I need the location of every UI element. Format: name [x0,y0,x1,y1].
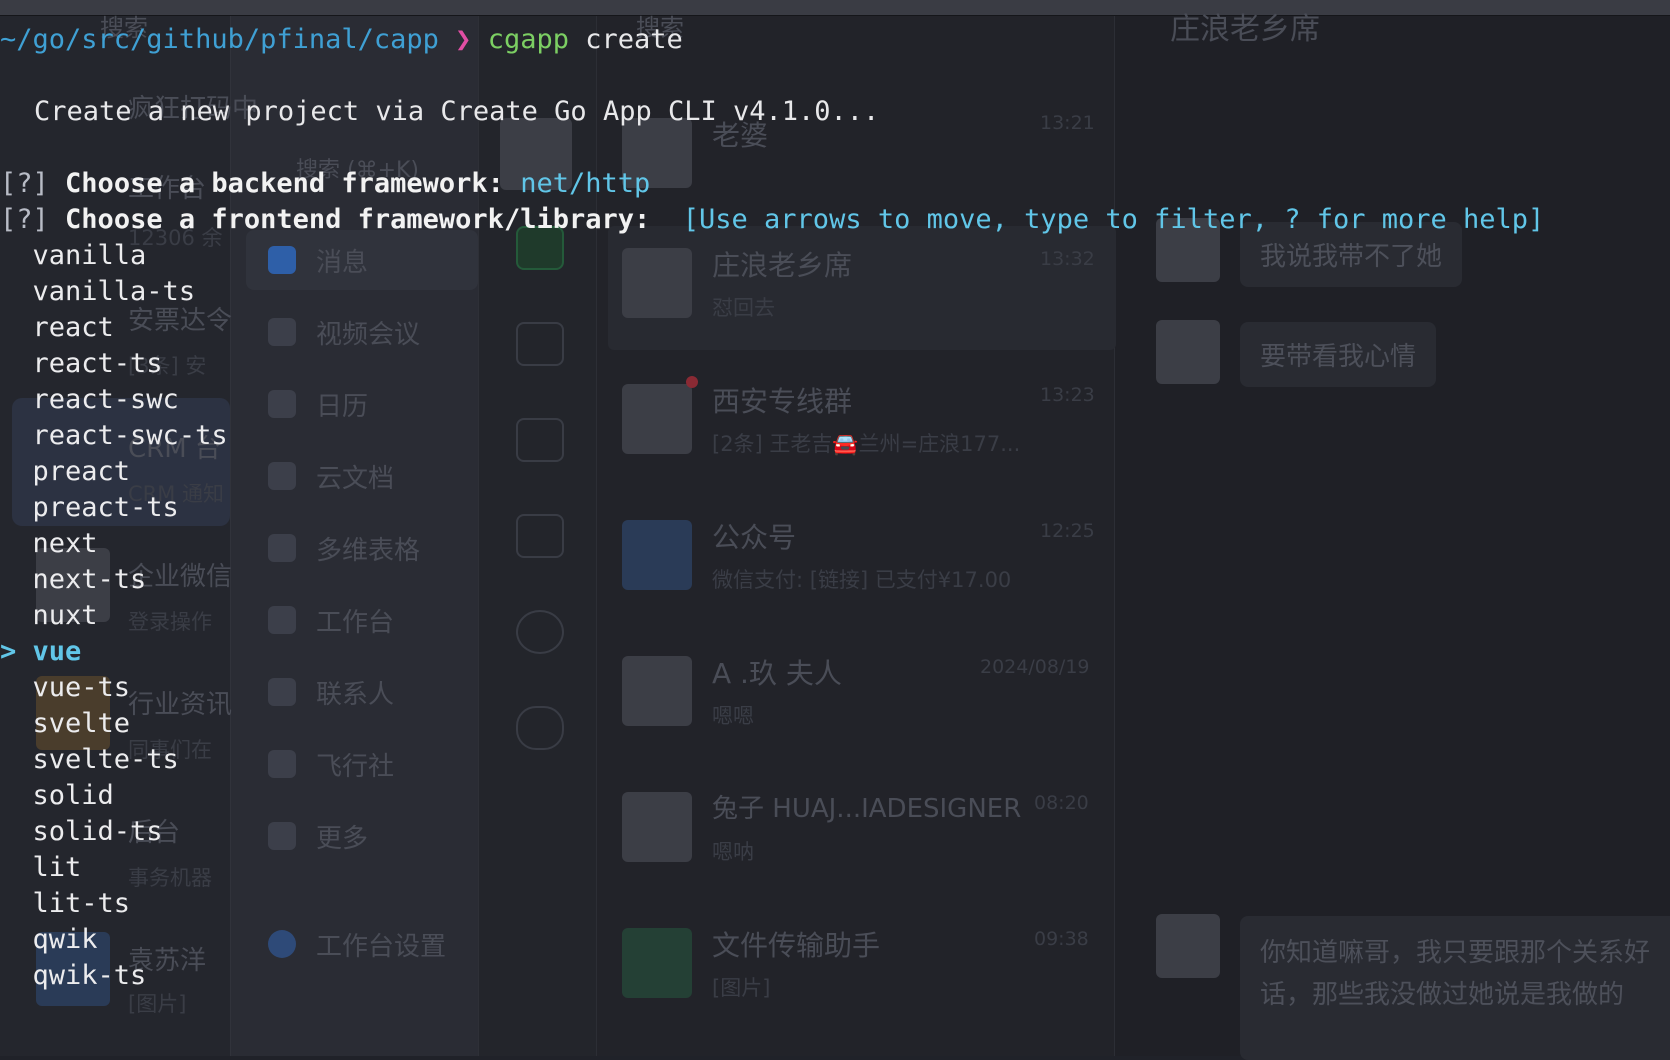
framework-option-label: preact [32,456,131,487]
framework-option[interactable]: next [0,527,98,561]
question-frontend: [?] Choose a frontend framework/library:… [0,203,1544,237]
framework-option[interactable]: qwik [0,923,98,957]
question-marker: [?] [0,168,49,199]
prompt-arrow-icon: ❯ [455,24,472,55]
framework-option-label: next [32,528,98,559]
framework-option-label: solid-ts [32,816,163,847]
intro-line: Create a new project via Create Go App C… [34,96,880,127]
question-hint: [Use arrows to move, type to filter, ? f… [682,204,1545,235]
framework-option-label: solid [32,780,114,811]
question-marker: [?] [0,204,49,235]
framework-option[interactable]: qwik-ts [0,959,147,993]
framework-option[interactable]: svelte [0,707,131,741]
framework-option[interactable]: preact [0,455,131,489]
framework-option-label: preact-ts [32,492,179,523]
question-backend: [?] Choose a backend framework: net/http [0,167,650,201]
framework-option[interactable]: react-ts [0,347,163,381]
framework-option[interactable]: preact-ts [0,491,179,525]
framework-option[interactable]: vanilla [0,239,147,273]
framework-option-label: qwik [32,924,98,955]
terminal[interactable]: ~/go/src/github/pfinal/capp ❯ cgapp crea… [0,0,1670,1056]
framework-option-label: vanilla-ts [32,276,196,307]
prompt-line: ~/go/src/github/pfinal/capp ❯ cgapp crea… [0,23,683,57]
framework-option[interactable]: > vue [0,635,81,669]
framework-option-label: lit-ts [32,888,131,919]
framework-option[interactable]: lit [0,851,82,885]
framework-option-label: vue-ts [32,672,131,703]
framework-option[interactable]: vanilla-ts [0,275,196,309]
selection-cursor: > [0,636,17,667]
framework-option[interactable]: react [0,311,114,345]
framework-option[interactable]: next-ts [0,563,147,597]
framework-option[interactable]: solid-ts [0,815,163,849]
question-answer: net/http [520,168,651,199]
framework-option-label: react-swc-ts [32,420,228,451]
framework-option-label: vanilla [32,240,147,271]
framework-option-label: react-swc [32,384,179,415]
framework-option[interactable]: nuxt [0,599,98,633]
framework-option-label: next-ts [32,564,147,595]
framework-option[interactable]: vue-ts [0,671,131,705]
question-label: Choose a frontend framework/library: [65,204,651,235]
framework-option[interactable]: react-swc [0,383,179,417]
question-label: Choose a backend framework: [65,168,504,199]
framework-option-label: vue [32,636,82,667]
prompt-path: ~/go/src/github/pfinal/capp [0,24,439,55]
framework-option-label: react-ts [32,348,163,379]
framework-option[interactable]: lit-ts [0,887,131,921]
framework-option-label: lit [32,852,82,883]
command-name: cgapp [487,24,569,55]
framework-option[interactable]: react-swc-ts [0,419,228,453]
framework-option[interactable]: solid [0,779,114,813]
framework-option-label: nuxt [32,600,98,631]
framework-option-label: react [32,312,114,343]
framework-option[interactable]: svelte-ts [0,743,179,777]
command-arg: create [585,24,683,55]
framework-option-label: svelte [32,708,131,739]
framework-option-label: svelte-ts [32,744,179,775]
framework-option-label: qwik-ts [32,960,147,991]
